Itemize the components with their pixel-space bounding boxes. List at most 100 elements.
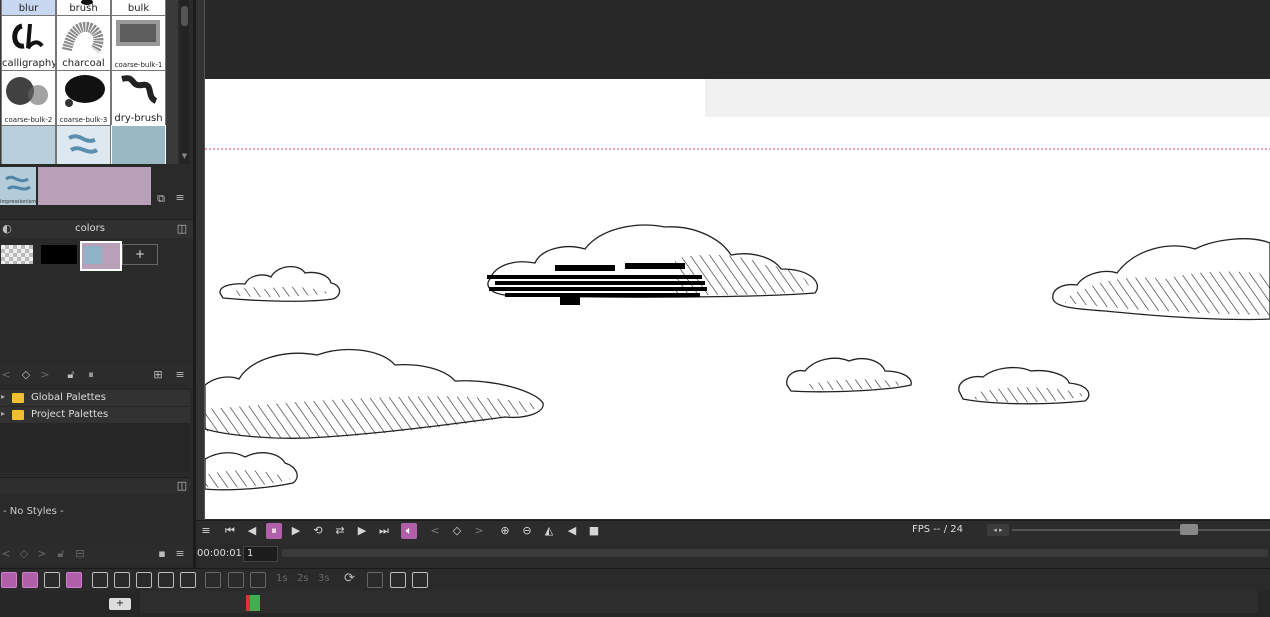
calligraphy-stroke-icon bbox=[12, 23, 44, 56]
play-button[interactable]: ▶︎ bbox=[288, 523, 304, 539]
scrollbar-thumb[interactable] bbox=[181, 6, 188, 26]
expand-arrow-icon[interactable]: ▸ bbox=[1, 392, 5, 401]
pause-icon[interactable]: ⏸︎ bbox=[86, 368, 96, 382]
brush-preset-row3-1[interactable] bbox=[1, 125, 56, 164]
pause-button[interactable]: ⏸︎ bbox=[266, 523, 282, 539]
save-icon[interactable]: ▪ bbox=[156, 547, 168, 561]
reframe-icon[interactable]: ⟳ bbox=[344, 571, 355, 586]
brush-preset-coarse-bulk-2[interactable]: coarse-bulk-2 bbox=[1, 70, 56, 126]
grid-view-icon[interactable]: ⊞ bbox=[152, 368, 164, 382]
fit-view-icon[interactable] bbox=[44, 572, 60, 588]
new-vector-level-icon[interactable] bbox=[136, 572, 152, 588]
panel-float-icon[interactable]: ◫ bbox=[175, 222, 189, 236]
first-frame-icon[interactable]: ⏮︎ bbox=[222, 523, 238, 539]
next-icon[interactable]: > bbox=[37, 547, 47, 561]
playhead-marker[interactable] bbox=[246, 595, 260, 611]
tree-item-global-palettes[interactable]: ▸ Global Palettes bbox=[0, 390, 190, 406]
current-color-swatch[interactable] bbox=[38, 167, 151, 205]
drawing-canvas[interactable] bbox=[205, 79, 1270, 519]
keyframe-icon[interactable]: ◇ bbox=[18, 547, 30, 561]
brush-preset-coarse-bulk-3[interactable]: coarse-bulk-3 bbox=[56, 70, 111, 126]
keyframe-icon[interactable]: ◇ bbox=[20, 368, 32, 382]
brush-copy-icon[interactable]: ⧉ bbox=[155, 192, 167, 206]
camera-view-icon[interactable] bbox=[1, 572, 17, 588]
brush-preset-charcoal[interactable]: charcoal bbox=[56, 15, 111, 71]
current-brush-thumb[interactable]: impressionism bbox=[0, 167, 36, 205]
swatch-selected-texture[interactable] bbox=[80, 241, 122, 271]
colors-panel-header: ◐ colors ◫ bbox=[0, 219, 193, 238]
rotate-icon[interactable]: ◀ bbox=[564, 523, 580, 539]
fps-slider-track[interactable] bbox=[1012, 529, 1270, 531]
panel-float-icon[interactable]: ◫ bbox=[175, 479, 189, 493]
menu-icon[interactable]: ≡ bbox=[173, 368, 187, 382]
insert-icon[interactable] bbox=[228, 572, 244, 588]
duplicate-icon[interactable] bbox=[205, 572, 221, 588]
sound-button[interactable]: 🔈︎ bbox=[401, 523, 417, 539]
next-icon[interactable]: > bbox=[40, 368, 50, 382]
hold-3s-button[interactable]: 3s bbox=[318, 573, 330, 584]
last-frame-icon[interactable]: ⏭︎ bbox=[376, 523, 392, 539]
charcoal-stroke-icon bbox=[62, 21, 104, 53]
next-frame-icon[interactable]: ▶︎ bbox=[354, 523, 370, 539]
brush-preset-bulk[interactable]: bulk bbox=[111, 0, 166, 16]
stop-icon[interactable]: ■ bbox=[586, 523, 602, 539]
folder-icon[interactable] bbox=[180, 572, 196, 588]
fps-label: FPS -- / 24 bbox=[912, 524, 963, 535]
add-color-button[interactable]: + bbox=[122, 244, 158, 265]
expand-arrow-icon[interactable]: ▸ bbox=[1, 409, 5, 418]
add-column-button[interactable]: + bbox=[109, 598, 131, 610]
prev-icon[interactable]: < bbox=[1, 368, 11, 382]
swatch-transparent[interactable] bbox=[1, 245, 33, 264]
new-raster-level-icon[interactable] bbox=[92, 572, 108, 588]
tree-item-label: Project Palettes bbox=[31, 409, 109, 420]
ping-pong-icon[interactable]: ⇄ bbox=[332, 523, 348, 539]
brush-preset-blur[interactable]: blur bbox=[1, 0, 56, 16]
menu-icon[interactable]: ≡ bbox=[173, 547, 187, 561]
brush-preset-dry-brush[interactable]: dry-brush bbox=[111, 70, 166, 126]
frame-field[interactable]: 1 bbox=[243, 546, 278, 562]
keyframe-icon[interactable]: ◇ bbox=[449, 523, 465, 539]
brush-menu-icon[interactable]: ≡ bbox=[173, 191, 187, 205]
brush-scrollbar[interactable]: ▼ bbox=[180, 0, 189, 164]
prev-frame-icon[interactable]: ◀︎ bbox=[244, 523, 260, 539]
new-toonz-level-icon[interactable] bbox=[114, 572, 130, 588]
prev-key-icon[interactable]: < bbox=[427, 523, 443, 539]
folder-icon bbox=[12, 393, 24, 403]
hold-1s-button[interactable]: 1s bbox=[276, 573, 288, 584]
dry-brush-stroke-icon bbox=[121, 75, 158, 104]
coarse-bulk-icon bbox=[6, 77, 48, 105]
hold-2s-button[interactable]: 2s bbox=[297, 573, 309, 584]
flip-horizontal-icon[interactable]: ◭ bbox=[541, 523, 557, 539]
new-note-icon[interactable] bbox=[158, 572, 174, 588]
delete-icon[interactable] bbox=[250, 572, 266, 588]
brush-preset-row3-3[interactable] bbox=[111, 125, 166, 164]
next-key-icon[interactable]: > bbox=[471, 523, 487, 539]
reverse-icon[interactable] bbox=[390, 572, 406, 588]
frame-slider[interactable] bbox=[282, 549, 1268, 557]
prev-icon[interactable]: < bbox=[1, 547, 11, 561]
brush-name: brush bbox=[69, 3, 98, 14]
tree-item-project-palettes[interactable]: ▸ Project Palettes bbox=[0, 407, 190, 423]
brush-name: coarse-bulk-3 bbox=[59, 116, 108, 124]
brush-preset-row3-2[interactable] bbox=[56, 125, 111, 164]
timecode-label: 00:00:01 bbox=[197, 548, 242, 559]
fill-empty-icon[interactable] bbox=[367, 572, 383, 588]
loop-icon[interactable]: ⟲ bbox=[310, 523, 326, 539]
toggle-panel-icon[interactable] bbox=[66, 572, 82, 588]
lock-icon[interactable]: 🔓︎ bbox=[65, 368, 77, 382]
xsheet-view-icon[interactable] bbox=[22, 572, 38, 588]
brush-preset-calligraphy[interactable]: calligraphy bbox=[1, 15, 56, 71]
lock-icon[interactable]: 🔓︎ bbox=[55, 547, 67, 561]
fps-slider-handle[interactable] bbox=[1180, 524, 1198, 535]
scroll-down-arrow-icon[interactable]: ▼ bbox=[180, 152, 189, 162]
link-icon[interactable]: ⊟ bbox=[73, 547, 87, 561]
zoom-in-icon[interactable]: ⊕ bbox=[497, 523, 513, 539]
swing-icon[interactable] bbox=[412, 572, 428, 588]
fps-stepper[interactable]: ◂ ▸ bbox=[987, 524, 1009, 536]
styles-header: ◫ bbox=[0, 477, 190, 494]
viewer-menu-icon[interactable]: ≡ bbox=[198, 523, 214, 539]
brush-preset-brush[interactable]: brush bbox=[56, 0, 111, 16]
zoom-out-icon[interactable]: ⊖ bbox=[519, 523, 535, 539]
brush-preset-coarse-bulk-1[interactable]: coarse-bulk-1 bbox=[111, 15, 166, 71]
swatch-black[interactable] bbox=[41, 245, 77, 264]
